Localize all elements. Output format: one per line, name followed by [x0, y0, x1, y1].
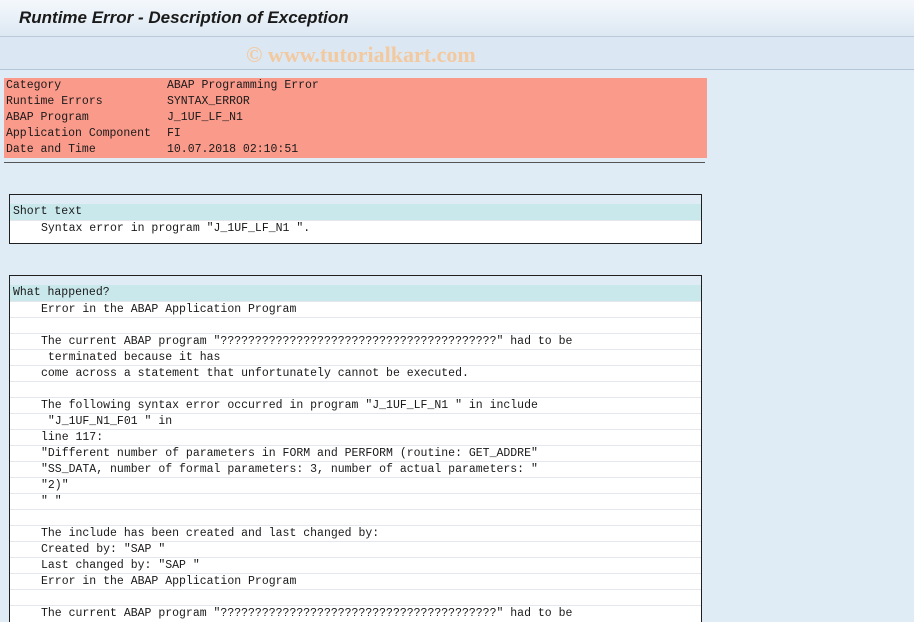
watermark: © www.tutorialkart.com	[246, 42, 476, 67]
text-line	[10, 509, 701, 525]
header-label: Category	[6, 79, 62, 92]
short-text-line: Syntax error in program "J_1UF_LF_N1 ".	[10, 220, 701, 236]
text-line: "J_1UF_N1_F01 " in	[10, 413, 701, 429]
text-line: Created by: "SAP "	[10, 541, 701, 557]
text-line	[10, 317, 701, 333]
header-label: ABAP Program	[6, 111, 89, 124]
header-value: SYNTAX_ERROR	[167, 95, 250, 108]
short-text-section: Short text Syntax error in program "J_1U…	[9, 194, 702, 244]
text-line: The following syntax error occurred in p…	[10, 397, 701, 413]
section-spacer	[10, 276, 701, 285]
header-divider	[4, 162, 705, 163]
header-row-category: Category ABAP Programming Error	[4, 78, 707, 94]
header-label: Application Component	[6, 127, 151, 140]
text-line: The current ABAP program "??????????????…	[10, 333, 701, 349]
text-line: terminated because it has	[10, 349, 701, 365]
text-line: Last changed by: "SAP "	[10, 557, 701, 573]
text-line: "Different number of parameters in FORM …	[10, 445, 701, 461]
application-toolbar: © www.tutorialkart.com	[0, 37, 914, 70]
header-value: ABAP Programming Error	[167, 79, 319, 92]
text-line: " "	[10, 493, 701, 509]
what-happened-section: What happened? Error in the ABAP Applica…	[9, 275, 702, 622]
header-row-application-component: Application Component FI	[4, 126, 707, 142]
header-value: 10.07.2018 02:10:51	[167, 143, 299, 156]
header-row-date-and-time: Date and Time 10.07.2018 02:10:51	[4, 142, 707, 158]
header-label: Date and Time	[6, 143, 96, 156]
section-spacer	[10, 195, 701, 204]
what-happened-heading: What happened?	[10, 285, 701, 301]
text-line: line 117:	[10, 429, 701, 445]
title-bar: Runtime Error - Description of Exception	[0, 0, 914, 37]
text-line: Error in the ABAP Application Program	[10, 573, 701, 589]
text-line: "SS_DATA, number of formal parameters: 3…	[10, 461, 701, 477]
text-line: come across a statement that unfortunate…	[10, 365, 701, 381]
short-text-heading: Short text	[10, 204, 701, 220]
text-line: "2)"	[10, 477, 701, 493]
text-line	[10, 381, 701, 397]
header-label: Runtime Errors	[6, 95, 103, 108]
text-line: Error in the ABAP Application Program	[10, 301, 701, 317]
text-line: The include has been created and last ch…	[10, 525, 701, 541]
header-row-runtime-errors: Runtime Errors SYNTAX_ERROR	[4, 94, 707, 110]
header-row-abap-program: ABAP Program J_1UF_LF_N1	[4, 110, 707, 126]
header-value: FI	[167, 127, 181, 140]
error-header-table: Category ABAP Programming Error Runtime …	[4, 78, 707, 158]
header-value: J_1UF_LF_N1	[167, 111, 243, 124]
window-title: Runtime Error - Description of Exception	[19, 8, 349, 27]
text-line	[10, 589, 701, 605]
